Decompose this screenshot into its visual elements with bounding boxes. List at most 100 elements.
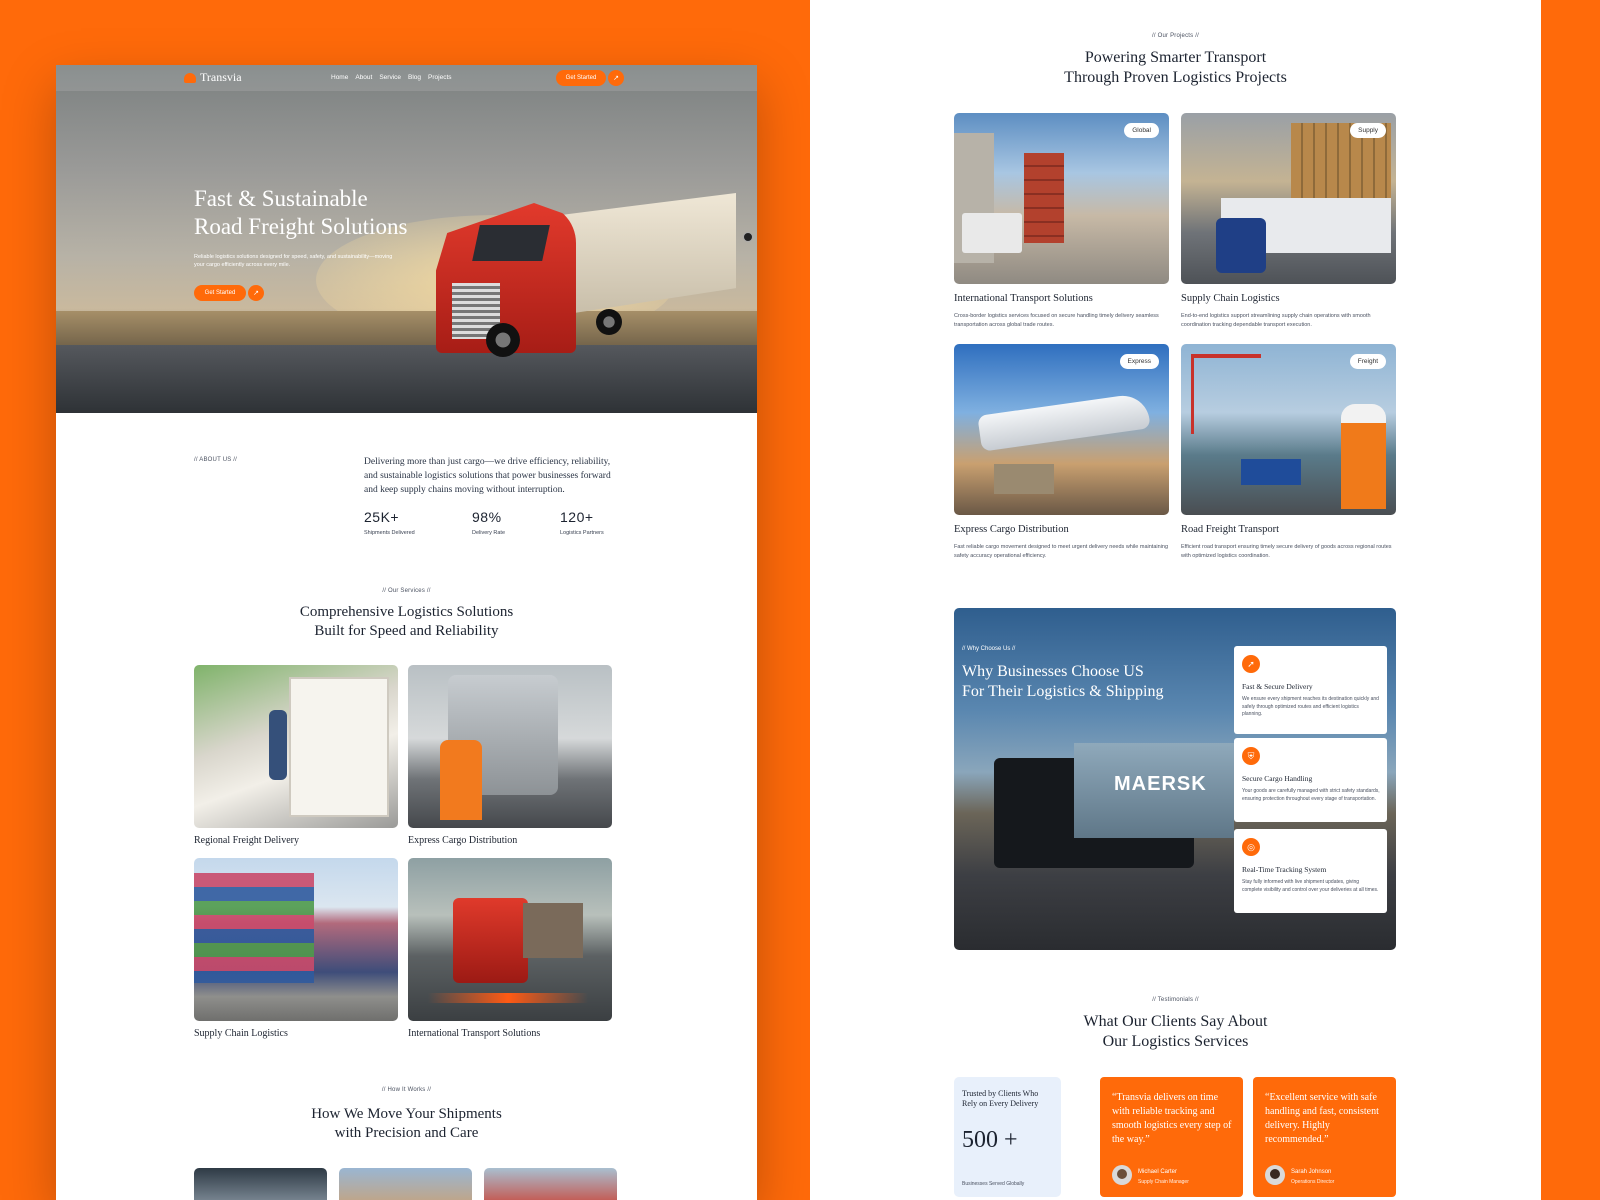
testimonials-title: What Our Clients Say About Our Logistics… — [810, 1012, 1541, 1052]
services-title-line1: Comprehensive Logistics Solutions — [299, 604, 514, 620]
service-image-regional-freight[interactable] — [194, 665, 398, 828]
project-description: Cross-border logistics services focused … — [954, 313, 1159, 328]
how-eyebrow: // How It Works // — [381, 1087, 432, 1093]
how-step-image — [194, 1168, 327, 1200]
project-description: Efficient road transport ensuring timely… — [1181, 544, 1392, 559]
services-title-line2: Built for Speed and Reliability — [314, 623, 499, 639]
testimonial-card: “Transvia delivers on time with reliable… — [1100, 1077, 1243, 1197]
tracking-icon: ◎ — [1242, 838, 1260, 856]
service-title[interactable]: Supply Chain Logistics — [194, 1028, 288, 1039]
project-title[interactable]: Express Cargo Distribution — [954, 524, 1069, 535]
how-title: How We Move Your Shipments with Precisio… — [56, 1105, 757, 1143]
project-tag: Global — [1124, 123, 1159, 138]
stat-heading: Trusted by Clients Who Rely on Every Del… — [962, 1089, 1039, 1108]
project-title[interactable]: International Transport Solutions — [954, 293, 1093, 304]
stat-shipments: 25K+ Shipments Delivered — [364, 509, 415, 536]
feature-card: ⛨ Secure Cargo Handling Your goods are c… — [1234, 738, 1387, 822]
nav-link-home[interactable]: Home — [331, 74, 348, 81]
stat-value: 98% — [472, 509, 502, 525]
project-title[interactable]: Supply Chain Logistics — [1181, 293, 1280, 304]
testimonial-quote: “Excellent service with safe handling an… — [1265, 1092, 1379, 1145]
truck-wheel — [596, 309, 622, 335]
testimonial-card: “Excellent service with safe handling an… — [1253, 1077, 1396, 1197]
service-image-supply-chain[interactable] — [194, 858, 398, 1021]
truck-wheel — [486, 323, 520, 357]
about-text: Delivering more than just cargo—we drive… — [364, 457, 611, 495]
service-image-international-transport[interactable] — [408, 858, 612, 1021]
stat-label: Shipments Delivered — [364, 530, 415, 536]
projects-title-line2: Through Proven Logistics Projects — [1064, 69, 1287, 86]
how-title-line1: How We Move Your Shipments — [311, 1106, 502, 1122]
arrow-up-right-icon[interactable]: ↗ — [608, 70, 624, 86]
container-brand-text: MAERSK — [1114, 773, 1207, 795]
nav-link-service[interactable]: Service — [379, 74, 401, 81]
how-step-image — [339, 1168, 472, 1200]
stat-label: Delivery Rate — [472, 530, 506, 536]
avatar — [1112, 1165, 1132, 1185]
feature-description: We ensure every shipment reaches its des… — [1242, 696, 1379, 717]
nav-links: Home About Service Blog Projects — [331, 74, 452, 81]
project-image-express[interactable]: Express — [954, 344, 1169, 515]
why-eyebrow: // Why Choose Us // — [962, 646, 1016, 652]
hero-get-started-button[interactable]: Get Started — [194, 285, 246, 301]
projects-title: Powering Smarter Transport Through Prove… — [810, 48, 1541, 88]
top-navigation: Transvia Home About Service Blog Project… — [56, 65, 757, 91]
avatar — [1265, 1165, 1285, 1185]
project-tag: Freight — [1349, 354, 1386, 369]
stat-value: 120+ — [560, 509, 594, 525]
project-image-supply[interactable]: Supply — [1181, 113, 1396, 284]
stat-label: Logistics Partners — [560, 530, 604, 536]
feature-title: Fast & Secure Delivery — [1242, 682, 1313, 691]
nav-link-blog[interactable]: Blog — [408, 74, 421, 81]
stat-partners: 120+ Logistics Partners — [560, 509, 604, 536]
project-tag: Supply — [1350, 123, 1386, 138]
testimonials-eyebrow: // Testimonials // — [1152, 997, 1199, 1003]
stat-value: 25K+ — [364, 509, 400, 525]
brand-logo[interactable]: Transvia — [184, 70, 242, 85]
feature-description: Your goods are carefully managed with st… — [1242, 788, 1380, 802]
feature-card: ◎ Real-Time Tracking System Stay fully i… — [1234, 829, 1387, 913]
service-image-express-cargo[interactable] — [408, 665, 612, 828]
service-title[interactable]: International Transport Solutions — [408, 1028, 540, 1039]
arrow-up-right-icon[interactable]: ↗ — [248, 285, 264, 301]
feature-title: Secure Cargo Handling — [1242, 774, 1313, 783]
feature-card: ➚ Fast & Secure Delivery We ensure every… — [1234, 646, 1387, 734]
project-image-international[interactable]: Global — [954, 113, 1169, 284]
testimonial-stat-card: Trusted by Clients Who Rely on Every Del… — [954, 1077, 1061, 1197]
hero-subtitle: Reliable logistics solutions designed fo… — [194, 254, 393, 268]
hero-section: Transvia Home About Service Blog Project… — [56, 65, 757, 413]
service-title[interactable]: Express Cargo Distribution — [408, 835, 517, 846]
nav-link-about[interactable]: About — [355, 74, 372, 81]
projects-title-line1: Powering Smarter Transport — [1084, 49, 1267, 66]
truck-logo-icon — [184, 72, 196, 83]
hero-title-line2: Road Freight Solutions — [194, 214, 408, 239]
project-description: Fast reliable cargo movement designed to… — [954, 544, 1169, 559]
how-step-image — [484, 1168, 617, 1200]
nav-link-projects[interactable]: Projects — [428, 74, 451, 81]
project-image-freight[interactable]: Freight — [1181, 344, 1396, 515]
hero-road — [56, 345, 757, 413]
testimonial-role: Operations Director — [1291, 1179, 1335, 1185]
service-title[interactable]: Regional Freight Delivery — [194, 835, 299, 846]
shield-icon: ⛨ — [1242, 747, 1260, 765]
brand-name: Transvia — [200, 70, 242, 84]
about-eyebrow: // ABOUT US // — [194, 457, 238, 463]
project-tag: Express — [1119, 354, 1159, 369]
why-title-line2: For Their Logistics & Shipping — [962, 683, 1164, 700]
testimonial-name: Michael Carter — [1138, 1169, 1178, 1175]
services-title: Comprehensive Logistics Solutions Built … — [56, 603, 757, 641]
landing-page-right: // Our Projects // Powering Smarter Tran… — [810, 0, 1541, 1200]
why-title-line1: Why Businesses Choose US — [962, 663, 1144, 680]
testimonial-role: Supply Chain Manager — [1138, 1179, 1189, 1185]
nav-get-started-button[interactable]: Get Started — [556, 70, 606, 86]
truck-trailer — [561, 193, 736, 315]
services-eyebrow: // Our Services // — [382, 588, 431, 594]
stat-label: Businesses Served Globally — [962, 1181, 1025, 1187]
why-title: Why Businesses Choose US For Their Logis… — [962, 662, 1172, 702]
project-title[interactable]: Road Freight Transport — [1181, 524, 1279, 535]
scroll-indicator-icon[interactable] — [743, 232, 753, 242]
testimonial-quote: “Transvia delivers on time with reliable… — [1112, 1092, 1232, 1145]
testimonials-title-line2: Our Logistics Services — [1102, 1033, 1249, 1050]
stat-value: 500 + — [962, 1127, 1018, 1153]
how-title-line2: with Precision and Care — [334, 1125, 479, 1141]
